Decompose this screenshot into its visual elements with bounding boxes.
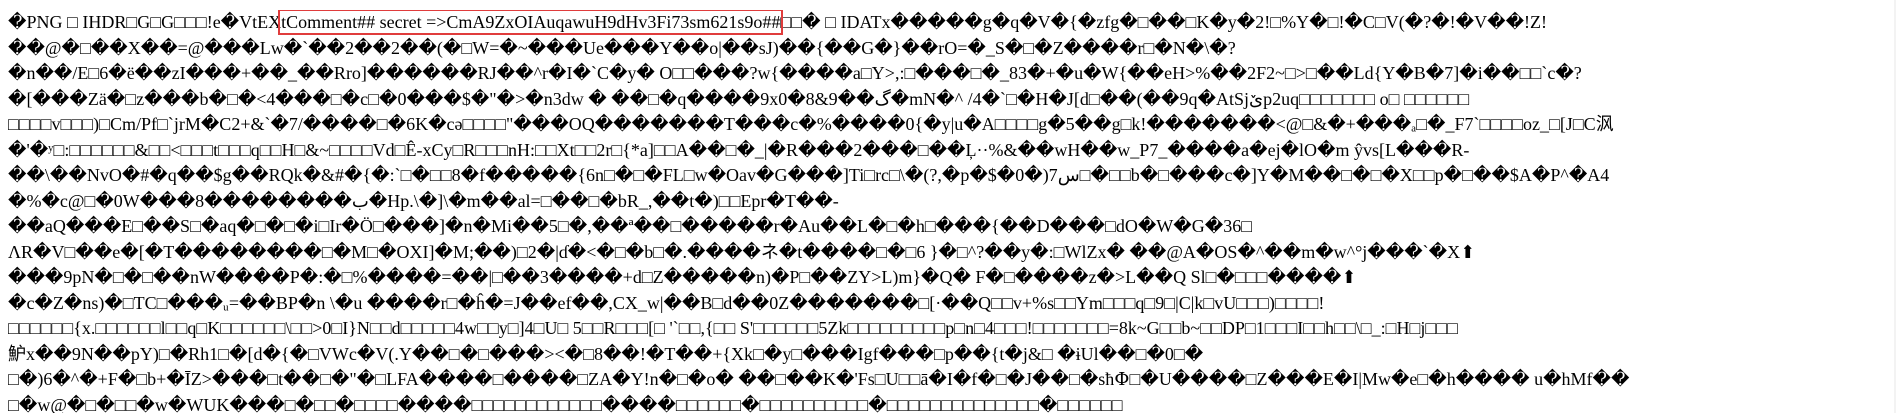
binary-text-content: �PNG □ IHDR□G□G□□□!e�VtEXtComment## secr… xyxy=(8,10,1888,413)
text-line: �[���Zä�□z���b�□�<4���□�c□�0���$�"�>�n3d… xyxy=(8,88,1470,109)
text-line: □□□□v□□□)□Cm/Pf□`јrM�C2+&`�7/����□�6K�cə… xyxy=(8,114,1614,134)
text-line: □�w@�□�□□�w�WUK���□�□□�□□□□����□□□□□□□□□… xyxy=(8,394,1123,413)
text-line: �n��/E□6�ë��zI���+��_��Rro]������RJ��^r�… xyxy=(8,63,1582,83)
text-line: ���9pN�□�□��nW����P�:�□%����=��|□��3����… xyxy=(8,267,1357,287)
text-line: ɅR�V□��e�[�T��������□�M□�OXI]�M;��)□2�|ɗ… xyxy=(8,241,1476,262)
text-segment: □□� □ IDATx�����g�q�V�{�zfg�□��□K�y�2!□%… xyxy=(780,12,1548,32)
text-line: �PNG □ IHDR□G□G□□□!e�VtEXtComment## secr… xyxy=(8,10,1888,36)
text-line: □�)6�^�+F�□b+�ĪZ>���□t��□�"�□LFA����□���… xyxy=(8,369,1630,389)
highlighted-secret-comment: tComment## secret =>CmA9ZxOIAuqawuH9dHv3… xyxy=(278,10,784,35)
text-line: �%�c@□�0W���8��������ب�Hp.\�]\�m��al=□��… xyxy=(8,190,839,211)
text-line: ��\��NvO�#�q��$g��RQk�&#�{�:`□�□□8�f����… xyxy=(8,165,1610,185)
text-line: ��aQ���E□��S□�aq�□�□�i□Ir�Ö□���]�n�Mi��5… xyxy=(8,216,1253,236)
text-line: ��@�□��X��=@���Lw�`��2��2��(�□W=�~���Ue�… xyxy=(8,37,1236,58)
text-line: �'�ʸ□:□□□□□□&□□<□□□t□□□q□□H□&~□□□□Vd□Ê-x… xyxy=(8,139,1470,160)
text-line: �c�Z�ns)�□TC□���ᵤ=��BP�n \�u ����r□�ĥ�=J… xyxy=(8,292,1325,313)
text-line: 魲x��9N��pY)□�Rh1□�[d�{�□VWc�V(.Y��□�□���… xyxy=(8,343,1204,364)
raw-file-viewer: �PNG □ IHDR□G□G□□□!e�VtEXtComment## secr… xyxy=(0,0,1896,413)
text-segment: �PNG □ IHDR□G□G□□□!e�VtEX xyxy=(8,12,282,32)
text-line: □□□□□□{x.□□□□□□l□□q□K□□□□□□\□□>0□I}N□□d□… xyxy=(8,318,1459,338)
